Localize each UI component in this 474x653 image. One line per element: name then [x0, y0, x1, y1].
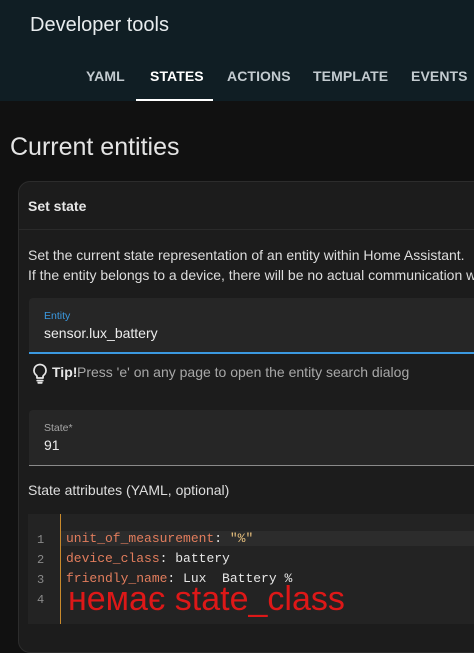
line-number: 4 — [37, 593, 45, 607]
tab-template[interactable]: TEMPLATE — [313, 56, 388, 101]
description-line-2: If the entity belongs to a device, there… — [28, 267, 474, 283]
entity-field-value[interactable]: sensor.lux_battery — [44, 325, 158, 341]
yaml-separator: : — [214, 531, 230, 546]
tab-yaml[interactable]: YAML — [86, 56, 125, 101]
state-field-value[interactable]: 91 — [44, 437, 60, 453]
tip-text: Press 'e' on any page to open the entity… — [77, 364, 410, 380]
page-title: Current entities — [10, 133, 180, 161]
line-number: 3 — [37, 573, 45, 587]
line-number: 2 — [37, 553, 45, 567]
yaml-line[interactable]: device_class: battery — [66, 551, 230, 566]
yaml-line[interactable]: unit_of_measurement: "%" — [61, 531, 474, 546]
tab-events[interactable]: EVENTS — [411, 56, 468, 101]
yaml-separator: : — [159, 551, 176, 566]
yaml-key: device_class — [66, 551, 160, 566]
lightbulb-icon — [31, 362, 49, 387]
tab-bar: YAML STATES ACTIONS TEMPLATE EVENTS — [0, 56, 474, 101]
yaml-value: battery — [175, 551, 230, 566]
state-field-underline — [29, 465, 474, 466]
tab-states[interactable]: STATES — [150, 56, 204, 101]
card-divider — [19, 229, 474, 230]
card-title: Set state — [28, 198, 87, 214]
tip-label: Tip! — [52, 364, 78, 380]
active-tab-indicator — [136, 99, 213, 101]
entity-field[interactable]: Entity sensor.lux_battery — [29, 298, 474, 354]
state-field-label: State* — [44, 422, 73, 434]
tab-actions[interactable]: ACTIONS — [227, 56, 291, 101]
card-description: Set the current state representation of … — [28, 245, 474, 285]
attributes-label: State attributes (YAML, optional) — [28, 482, 230, 498]
line-number-gutter: 1 2 3 4 — [28, 514, 60, 624]
entity-field-underline — [29, 352, 474, 354]
yaml-value: "%" — [229, 531, 254, 546]
app-title: Developer tools — [30, 14, 169, 36]
app-toolbar: Developer tools YAML STATES ACTIONS TEMP… — [0, 0, 474, 101]
red-annotation-text: немає state_class — [68, 580, 345, 618]
line-number: 1 — [37, 533, 45, 547]
description-line-1: Set the current state representation of … — [28, 247, 465, 263]
entity-field-label: Entity — [44, 310, 71, 322]
state-field[interactable]: State* 91 — [29, 410, 474, 466]
yaml-key: unit_of_measurement — [66, 531, 215, 546]
